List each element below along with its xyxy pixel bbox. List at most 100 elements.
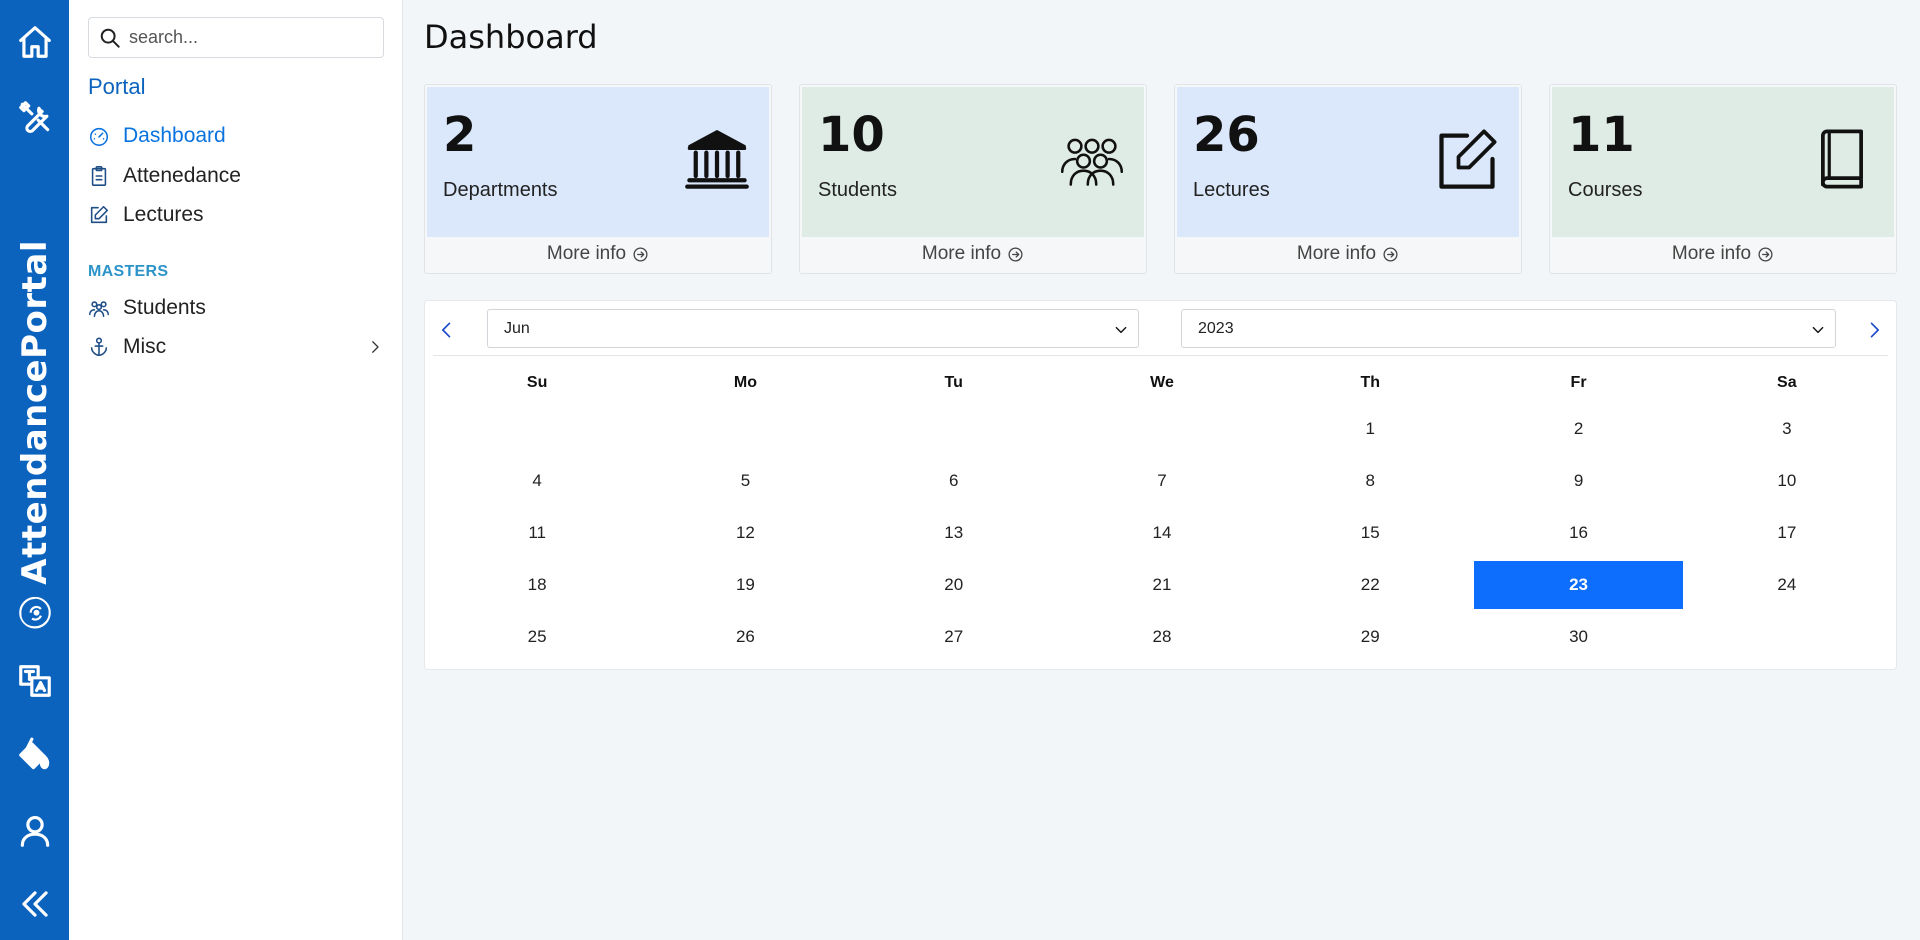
calendar-day[interactable]: 21 (1058, 559, 1266, 611)
calendar-day[interactable]: 6 (850, 455, 1058, 507)
page-title: Dashboard (424, 18, 598, 56)
calendar-day[interactable]: 11 (433, 507, 641, 559)
departments-card: 2 Departments More info (424, 84, 772, 274)
year-select-value: 2023 (1198, 319, 1234, 337)
calendar-day[interactable]: 5 (641, 455, 849, 507)
more-info-link[interactable]: More info (425, 235, 771, 273)
divider (433, 355, 1888, 356)
calendar-day[interactable]: 29 (1266, 611, 1474, 663)
card-value: 10 (818, 107, 885, 163)
calendar-day[interactable]: 19 (641, 559, 849, 611)
year-select[interactable]: 2023 (1181, 309, 1836, 348)
calendar-week: 11 12 13 14 15 16 17 (433, 507, 1891, 559)
calendar-day[interactable]: 17 (1683, 507, 1891, 559)
people-icon (1058, 125, 1126, 193)
calendar-day[interactable]: 28 (1058, 611, 1266, 663)
calendar-day[interactable]: 4 (433, 455, 641, 507)
calendar-grid: Su Mo Tu We Th Fr Sa 1 2 3 4 5 6 7 8 9 1… (433, 363, 1891, 663)
month-select[interactable]: Jun (487, 309, 1139, 348)
calendar-day[interactable]: 3 (1683, 403, 1891, 455)
calendar-day[interactable]: 13 (850, 507, 1058, 559)
sidebar-item-label: Dashboard (123, 124, 226, 147)
arrow-right-circle-icon (1383, 246, 1398, 262)
card-label: Courses (1568, 179, 1643, 201)
calendar-day[interactable]: 26 (641, 611, 849, 663)
calendar-empty-cell (1058, 403, 1266, 455)
book-icon (1808, 125, 1876, 193)
more-info-label: More info (1296, 243, 1377, 264)
calendar-day[interactable]: 25 (433, 611, 641, 663)
calendar-week: 4 5 6 7 8 9 10 (433, 455, 1891, 507)
sidebar: Portal Dashboard Attenedance Lectures MA… (69, 0, 403, 940)
courses-card: 11 Courses More info (1549, 84, 1897, 274)
arrow-right-circle-icon (1758, 246, 1773, 262)
lectures-card: 26 Lectures More info (1174, 84, 1522, 274)
chevron-right-icon (372, 341, 379, 353)
calendar-day[interactable]: 30 (1474, 611, 1682, 663)
calendar-day[interactable]: 15 (1266, 507, 1474, 559)
brand: AttendancePortal (0, 240, 69, 630)
sidebar-item-attendance[interactable]: Attenedance (88, 160, 384, 192)
calendar-day[interactable]: 10 (1683, 455, 1891, 507)
home-icon[interactable] (0, 14, 69, 70)
user-icon[interactable] (0, 803, 69, 859)
sidebar-item-dashboard[interactable]: Dashboard (88, 120, 384, 152)
brand-logo-icon (18, 596, 51, 629)
card-value: 26 (1193, 107, 1260, 163)
card-label: Students (818, 179, 897, 201)
calendar-day-selected[interactable]: 23 (1474, 561, 1683, 609)
next-month-button[interactable] (1859, 315, 1889, 345)
calendar-week: 18 19 20 21 22 23 24 (433, 559, 1891, 611)
calendar-day[interactable]: 2 (1474, 403, 1682, 455)
month-select-value: Jun (504, 319, 530, 337)
card-label: Departments (443, 179, 558, 201)
calendar-day[interactable]: 7 (1058, 455, 1266, 507)
calendar-day[interactable]: 22 (1266, 559, 1474, 611)
paint-bucket-icon[interactable] (0, 727, 69, 783)
masters-section-title: MASTERS (88, 263, 169, 280)
calendar-day[interactable]: 20 (850, 559, 1058, 611)
students-card: 10 Students More info (799, 84, 1147, 274)
icon-rail: AttendancePortal (0, 0, 69, 940)
anchor-icon (90, 337, 108, 357)
search-input[interactable] (129, 27, 369, 48)
speedometer-icon (89, 127, 109, 146)
translate-icon[interactable] (0, 653, 69, 709)
calendar-day[interactable]: 1 (1266, 403, 1474, 455)
calendar-day[interactable]: 9 (1474, 455, 1682, 507)
calendar-day[interactable]: 12 (641, 507, 849, 559)
tools-icon[interactable] (0, 89, 69, 145)
search-icon (100, 28, 120, 48)
more-info-label: More info (546, 243, 627, 264)
sidebar-item-misc[interactable]: Misc (88, 331, 384, 363)
calendar-day[interactable]: 18 (433, 559, 641, 611)
weekday-label: Sa (1777, 374, 1797, 391)
calendar-day[interactable]: 16 (1474, 507, 1682, 559)
sidebar-item-students[interactable]: Students (88, 292, 384, 324)
bank-icon (683, 125, 751, 193)
sidebar-item-label: Students (123, 296, 206, 319)
calendar-day[interactable]: 8 (1266, 455, 1474, 507)
collapse-icon[interactable] (0, 876, 69, 932)
sidebar-item-lectures[interactable]: Lectures (88, 199, 384, 231)
calendar-day[interactable]: 24 (1683, 559, 1891, 611)
prev-month-button[interactable] (432, 315, 462, 345)
calendar-empty-cell (641, 403, 849, 455)
more-info-link[interactable]: More info (800, 235, 1146, 273)
people-icon (89, 301, 109, 318)
weekday-label: Mo (733, 374, 757, 391)
arrow-right-circle-icon (1008, 246, 1023, 262)
portal-section-title: Portal (88, 74, 146, 99)
arrow-right-circle-icon (633, 246, 648, 262)
more-info-label: More info (1671, 243, 1752, 264)
calendar: Jun 2023 Su Mo Tu We Th Fr Sa 1 2 3 4 5 … (424, 300, 1897, 670)
chevron-left-icon (442, 322, 451, 338)
calendar-empty-cell (433, 403, 641, 455)
more-info-link[interactable]: More info (1550, 235, 1896, 273)
calendar-day[interactable]: 14 (1058, 507, 1266, 559)
calendar-day[interactable]: 27 (850, 611, 1058, 663)
more-info-link[interactable]: More info (1175, 235, 1521, 273)
calendar-week: 1 2 3 (433, 403, 1891, 455)
search-box[interactable] (88, 17, 384, 58)
brand-name: AttendancePortal (14, 240, 55, 585)
